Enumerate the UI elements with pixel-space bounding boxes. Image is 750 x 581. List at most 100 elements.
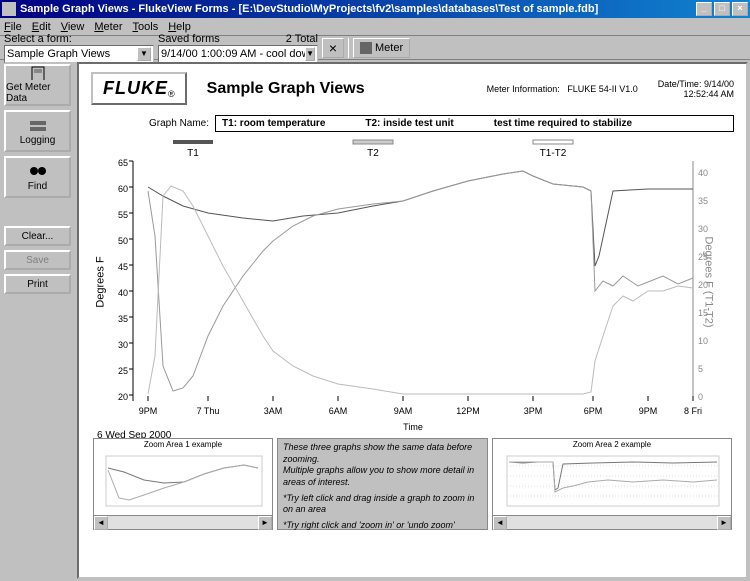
svg-text:65: 65 [118, 158, 128, 168]
svg-text:40: 40 [698, 168, 708, 178]
dropdown-arrow-icon: ▼ [137, 47, 151, 61]
svg-text:7 Thu: 7 Thu [197, 406, 220, 416]
meter-icon [360, 42, 372, 54]
zoom-thumb-2-chart [493, 450, 731, 518]
svg-text:0: 0 [698, 392, 703, 402]
logging-button[interactable]: Logging [4, 110, 71, 152]
scroll-left-button[interactable]: ◄ [94, 516, 108, 530]
zoom-thumb-1-chart [94, 450, 272, 518]
main-chart[interactable]: T1 T2 T1-T2 656055 504540 353025 20 [93, 136, 733, 436]
svg-text:5: 5 [698, 364, 703, 374]
date-label: Date/Time: [658, 79, 702, 89]
svg-text:9PM: 9PM [639, 406, 658, 416]
meter-info-value: FLUKE 54-II V1.0 [567, 84, 638, 94]
svg-text:6PM: 6PM [584, 406, 603, 416]
svg-text:45: 45 [118, 262, 128, 272]
scroll-right-button[interactable]: ► [258, 516, 272, 530]
datetime: Date/Time: 9/14/00 12:52:44 AM [658, 79, 734, 99]
date-value: 9/14/00 [704, 79, 734, 89]
minimize-button[interactable]: _ [696, 2, 712, 16]
svg-text:50: 50 [118, 236, 128, 246]
graph-name-note: test time required to stabilize [494, 118, 632, 129]
zoom-thumb-1[interactable]: Zoom Area 1 example ◄ ► [93, 438, 273, 530]
content-area: FLUKE® Sample Graph Views Meter Informat… [77, 62, 748, 579]
svg-text:3AM: 3AM [264, 406, 283, 416]
info-line-1: These three graphs show the same data be… [283, 442, 482, 465]
menu-tools[interactable]: Tools [133, 21, 159, 33]
select-form-value: Sample Graph Views [7, 48, 110, 60]
print-button[interactable]: Print [4, 274, 71, 294]
logging-icon [28, 117, 48, 133]
trace-t2-label: T2 [367, 148, 379, 159]
bottom-panels: Zoom Area 1 example ◄ ► These three grap… [79, 436, 746, 534]
graph-name-box: T1: room temperature T2: inside test uni… [215, 115, 734, 132]
brand-logo: FLUKE® [91, 72, 187, 105]
saved-forms-label: Saved forms [158, 33, 220, 45]
find-button[interactable]: Find [4, 156, 71, 198]
saved-forms-dropdown[interactable]: 9/14/00 1:00:09 AM - cool down test [Flu… [158, 45, 318, 63]
svg-text:60: 60 [118, 184, 128, 194]
dropdown-arrow-icon: ▼ [305, 47, 315, 61]
svg-text:Time: Time [403, 422, 423, 432]
scrollbar[interactable]: ◄ ► [493, 515, 731, 529]
toolbar: Select a form: Sample Graph Views ▼ Save… [0, 36, 750, 60]
scroll-left-button[interactable]: ◄ [493, 516, 507, 530]
page-header: FLUKE® Sample Graph Views Meter Informat… [79, 64, 746, 113]
meter-button-label: Meter [375, 42, 403, 54]
graph-name-t1: T1: room temperature [222, 118, 325, 129]
scroll-track[interactable] [108, 516, 258, 529]
window-title: Sample Graph Views - FlukeView Forms - [… [20, 3, 696, 15]
y-axis-left-label: Degrees F [95, 256, 107, 307]
scrollbar[interactable]: ◄ ► [94, 515, 272, 529]
menu-file[interactable]: File [4, 21, 22, 33]
scroll-track[interactable] [507, 516, 717, 529]
close-form-button[interactable]: × [322, 38, 344, 58]
info-line-2: Multiple graphs allow you to show more d… [283, 465, 482, 488]
page-title: Sample Graph Views [207, 80, 365, 98]
trace-t3-label: T1-T2 [540, 148, 567, 159]
graph-name-row: Graph Name: T1: room temperature T2: ins… [79, 113, 746, 136]
meter-info-label: Meter Information: [487, 84, 560, 94]
svg-text:10: 10 [698, 336, 708, 346]
logging-label: Logging [20, 135, 56, 146]
save-label: Save [26, 255, 49, 266]
svg-text:20: 20 [118, 392, 128, 402]
close-button[interactable]: × [732, 2, 748, 16]
svg-text:55: 55 [118, 210, 128, 220]
svg-text:9PM: 9PM [139, 406, 158, 416]
info-line-4: *Try right click and 'zoom in' or 'undo … [283, 520, 482, 532]
svg-text:9AM: 9AM [394, 406, 413, 416]
zoom-thumb-2[interactable]: Zoom Area 2 example ◄ ► [492, 438, 732, 530]
save-button: Save [4, 250, 71, 270]
binoculars-icon [28, 163, 48, 179]
menu-help[interactable]: Help [168, 21, 191, 33]
scroll-right-button[interactable]: ► [717, 516, 731, 530]
main-chart-area[interactable]: Degrees F Degrees F (T1-T2) T1 T2 T1-T2 … [79, 136, 746, 436]
maximize-button[interactable]: □ [714, 2, 730, 16]
meter-info: Meter Information: FLUKE 54-II V1.0 [487, 84, 638, 94]
clear-button[interactable]: Clear... [4, 226, 71, 246]
svg-text:30: 30 [118, 340, 128, 350]
find-label: Find [28, 181, 47, 192]
zoom-thumb-2-title: Zoom Area 2 example [493, 439, 731, 450]
select-form-label: Select a form: [4, 33, 154, 45]
clear-label: Clear... [22, 231, 54, 242]
svg-text:3PM: 3PM [524, 406, 543, 416]
info-panel: These three graphs show the same data be… [277, 438, 488, 530]
time-value: 12:52:44 AM [683, 89, 734, 99]
title-bar: Sample Graph Views - FlukeView Forms - [… [0, 0, 750, 18]
print-label: Print [27, 279, 48, 290]
graph-name-label: Graph Name: [149, 118, 209, 129]
svg-text:12PM: 12PM [456, 406, 480, 416]
menu-view[interactable]: View [61, 21, 85, 33]
app-icon [2, 2, 16, 16]
get-meter-data-button[interactable]: Get Meter Data [4, 64, 71, 106]
graph-name-t2: T2: inside test unit [365, 118, 453, 129]
sidebar: Get Meter Data Logging Find Clear... Sav… [0, 60, 75, 581]
menu-edit[interactable]: Edit [32, 21, 51, 33]
svg-text:35: 35 [698, 196, 708, 206]
zoom-thumb-1-title: Zoom Area 1 example [94, 439, 272, 450]
menu-meter[interactable]: Meter [94, 21, 122, 33]
info-line-3: *Try left click and drag inside a graph … [283, 493, 482, 516]
meter-button[interactable]: Meter [353, 38, 410, 58]
